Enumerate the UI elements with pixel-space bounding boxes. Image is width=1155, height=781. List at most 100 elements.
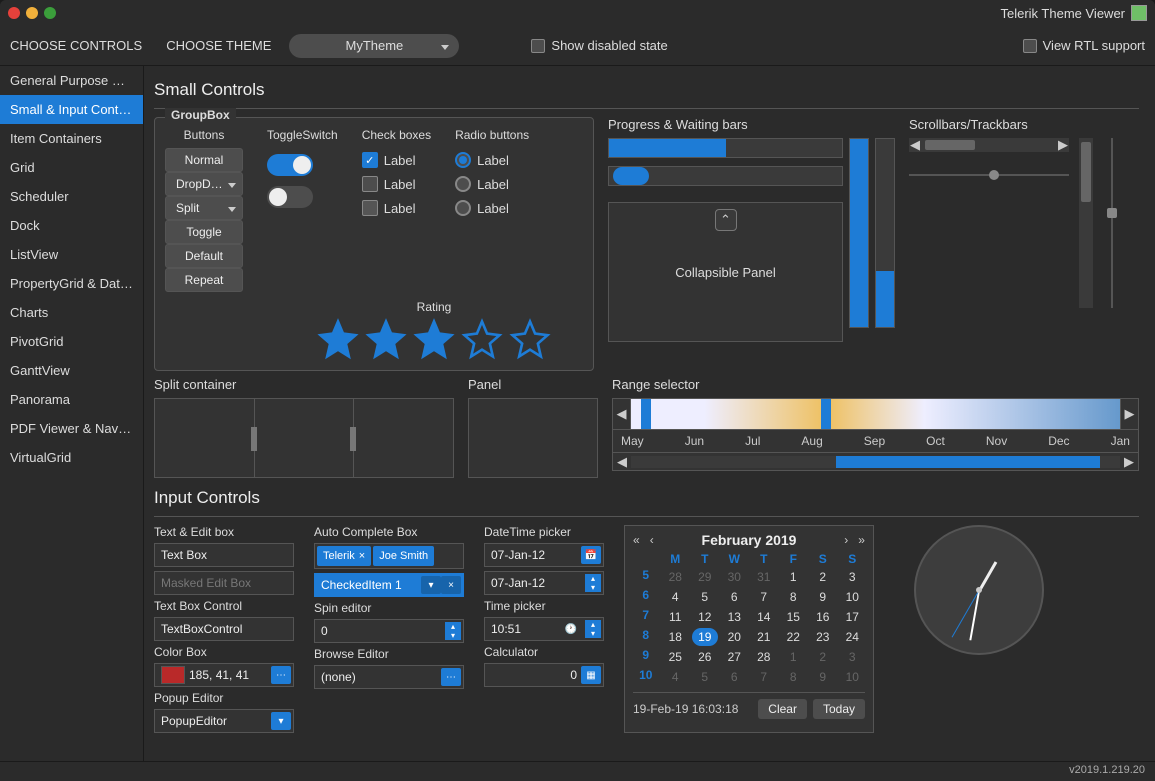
range-scroll-right[interactable]: ▶ xyxy=(1124,454,1134,470)
calendar-day[interactable]: 3 xyxy=(840,648,866,666)
star-icon[interactable] xyxy=(413,318,455,360)
radio-1[interactable]: Label xyxy=(455,152,529,168)
calendar-day[interactable]: 23 xyxy=(810,628,836,646)
spin-buttons[interactable]: ▴▾ xyxy=(445,622,461,640)
calendar-day[interactable]: 11 xyxy=(663,608,689,626)
rating-stars[interactable] xyxy=(285,318,583,360)
datetime-picker-1[interactable]: 07-Jan-12📅 xyxy=(484,543,604,567)
button-repeat[interactable]: Repeat xyxy=(165,268,243,292)
view-rtl-checkbox[interactable]: View RTL support xyxy=(1023,38,1145,53)
toggle-switch-on[interactable] xyxy=(267,154,313,176)
calendar-day[interactable]: 18 xyxy=(663,628,689,646)
checkbox-2[interactable]: Label xyxy=(362,176,431,192)
calendar-day[interactable]: 6 xyxy=(722,668,748,686)
calendar-day[interactable]: 9 xyxy=(810,588,836,606)
calendar-icon[interactable]: 📅 xyxy=(581,546,601,564)
button-dropd…[interactable]: DropD… xyxy=(165,172,243,196)
radio-2[interactable]: Label xyxy=(455,176,529,192)
calendar-day[interactable]: 7 xyxy=(751,588,777,606)
collapse-toggle-button[interactable]: ⌃ xyxy=(715,209,737,231)
range-scroll-left[interactable]: ◀ xyxy=(617,454,627,470)
scrollbar-h[interactable]: ◀▶ xyxy=(909,138,1069,152)
show-disabled-checkbox[interactable]: Show disabled state xyxy=(531,38,667,53)
sidebar-item-11[interactable]: Panorama xyxy=(0,385,143,414)
calendar-day[interactable]: 2 xyxy=(810,568,836,586)
calendar-day[interactable]: 28 xyxy=(663,568,689,586)
calendar[interactable]: «‹ February 2019 ›» MTWTFSS5282930311236… xyxy=(624,525,874,733)
browse-editor[interactable]: (none)⋯ xyxy=(314,665,464,689)
calendar-day[interactable]: 10 xyxy=(840,588,866,606)
calendar-day[interactable]: 5 xyxy=(692,588,718,606)
sidebar-item-2[interactable]: Item Containers xyxy=(0,124,143,153)
sidebar-item-12[interactable]: PDF Viewer & Navig… xyxy=(0,414,143,443)
checkbox-1[interactable]: ✓Label xyxy=(362,152,431,168)
calendar-day[interactable]: 21 xyxy=(751,628,777,646)
calendar-day[interactable]: 15 xyxy=(781,608,807,626)
calendar-day[interactable]: 24 xyxy=(840,628,866,646)
text-box-control[interactable]: TextBoxControl xyxy=(154,617,294,641)
scrollbar-v[interactable] xyxy=(1079,138,1093,308)
calendar-day[interactable]: 25 xyxy=(663,648,689,666)
tag-telerik[interactable]: Telerik× xyxy=(317,546,371,566)
button-normal[interactable]: Normal xyxy=(165,148,243,172)
star-icon[interactable] xyxy=(317,318,359,360)
calendar-day[interactable]: 6 xyxy=(722,588,748,606)
masked-edit-box[interactable]: Masked Edit Box xyxy=(154,571,294,595)
calculator-box[interactable]: 0▦ xyxy=(484,663,604,687)
calendar-day[interactable]: 31 xyxy=(751,568,777,586)
calendar-day[interactable]: 1 xyxy=(781,568,807,586)
calendar-day[interactable]: 26 xyxy=(692,648,718,666)
tag-joesmith[interactable]: Joe Smith xyxy=(373,546,434,566)
spin-editor[interactable]: 0▴▾ xyxy=(314,619,464,643)
calendar-day[interactable]: 8 xyxy=(781,588,807,606)
calendar-today-button[interactable]: Today xyxy=(813,699,865,719)
sidebar-item-4[interactable]: Scheduler xyxy=(0,182,143,211)
calculator-icon[interactable]: ▦ xyxy=(581,666,601,684)
sidebar-item-6[interactable]: ListView xyxy=(0,240,143,269)
cal-fast-prev[interactable]: « xyxy=(633,533,640,547)
datetime-picker-2[interactable]: 07-Jan-12▴▾ xyxy=(484,571,604,595)
chevron-down-icon[interactable]: ▾ xyxy=(271,712,291,730)
star-icon[interactable] xyxy=(461,318,503,360)
calendar-day[interactable]: 30 xyxy=(722,568,748,586)
calendar-day[interactable]: 19 xyxy=(692,628,718,646)
calendar-day[interactable]: 13 xyxy=(722,608,748,626)
calendar-day[interactable]: 1 xyxy=(781,648,807,666)
trackbar-v[interactable] xyxy=(1103,138,1121,308)
calendar-day[interactable]: 4 xyxy=(663,668,689,686)
calendar-day[interactable]: 4 xyxy=(663,588,689,606)
popup-editor[interactable]: PopupEditor▾ xyxy=(154,709,294,733)
calendar-day[interactable]: 7 xyxy=(751,668,777,686)
checkbox-3[interactable]: Label xyxy=(362,200,431,216)
theme-select[interactable]: MyTheme xyxy=(289,34,459,58)
autocomplete-box[interactable]: Telerik× Joe Smith xyxy=(314,543,464,569)
calendar-day[interactable]: 22 xyxy=(781,628,807,646)
sidebar-item-5[interactable]: Dock xyxy=(0,211,143,240)
cal-fast-next[interactable]: » xyxy=(858,533,865,547)
more-icon[interactable]: ⋯ xyxy=(441,668,461,686)
sidebar-item-8[interactable]: Charts xyxy=(0,298,143,327)
color-box[interactable]: 185, 41, 41⋯ xyxy=(154,663,294,687)
calendar-day[interactable]: 29 xyxy=(692,568,718,586)
calendar-day[interactable]: 14 xyxy=(751,608,777,626)
star-icon[interactable] xyxy=(365,318,407,360)
trackbar-h[interactable] xyxy=(909,160,1069,190)
range-selector[interactable]: ◀ ▶ MayJunJulAugSepOctNovDecJan ◀ ▶ xyxy=(612,398,1139,471)
sidebar-item-10[interactable]: GanttView xyxy=(0,356,143,385)
more-icon[interactable]: ⋯ xyxy=(271,666,291,684)
calendar-day[interactable]: 27 xyxy=(722,648,748,666)
calendar-day[interactable]: 8 xyxy=(781,668,807,686)
star-icon[interactable] xyxy=(509,318,551,360)
text-box[interactable]: Text Box xyxy=(154,543,294,567)
sidebar-item-3[interactable]: Grid xyxy=(0,153,143,182)
calendar-day[interactable]: 5 xyxy=(692,668,718,686)
spin-buttons[interactable]: ▴▾ xyxy=(585,574,601,592)
calendar-day[interactable]: 2 xyxy=(810,648,836,666)
split-container[interactable] xyxy=(154,398,454,478)
calendar-clear-button[interactable]: Clear xyxy=(758,699,807,719)
calendar-day[interactable]: 16 xyxy=(810,608,836,626)
button-toggle[interactable]: Toggle xyxy=(165,220,243,244)
checked-dropdown[interactable]: CheckedItem 1×▾ xyxy=(314,573,464,597)
radio-3[interactable]: Label xyxy=(455,200,529,216)
sidebar-item-1[interactable]: Small & Input Contr… xyxy=(0,95,143,124)
